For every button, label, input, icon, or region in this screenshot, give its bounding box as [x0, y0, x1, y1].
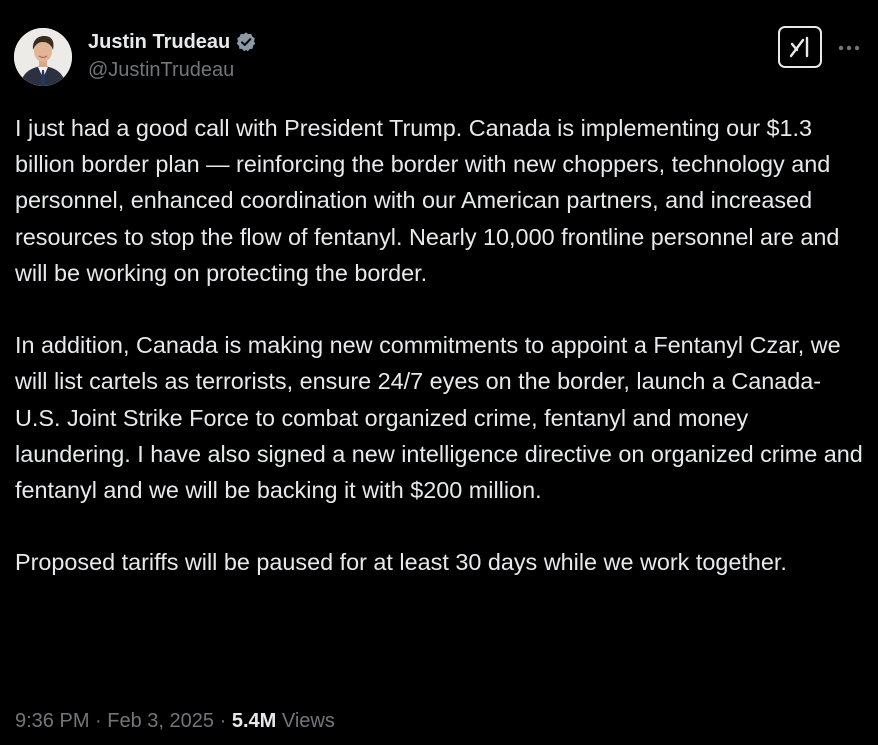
more-options-button[interactable] [836, 36, 862, 60]
tweet-paragraph: In addition, Canada is making new commit… [15, 332, 863, 504]
tweet-metadata: 9:36 PM · Feb 3, 2025 · 5.4M Views [15, 710, 335, 733]
author-display-name[interactable]: Justin Trudeau [88, 31, 230, 54]
tweet-paragraph: I just had a good call with President Tr… [15, 115, 840, 286]
more-options-icon [838, 45, 860, 51]
author-name-row: Justin Trudeau [88, 28, 257, 56]
tweet-date[interactable]: Feb 3, 2025 [107, 710, 214, 732]
tweet-card: Justin Trudeau @JustinTrudeau I just had… [0, 0, 878, 745]
meta-separator: · [95, 710, 102, 732]
avatar-image [14, 28, 72, 86]
tweet-text: I just had a good call with President Tr… [15, 110, 865, 581]
tweet-time[interactable]: 9:36 PM [15, 710, 89, 732]
tweet-paragraph: Proposed tariffs will be paused for at l… [15, 549, 787, 576]
grok-icon [789, 36, 809, 58]
avatar[interactable] [14, 28, 72, 86]
grok-button[interactable] [778, 26, 822, 68]
views-label: Views [281, 710, 335, 732]
meta-separator: · [219, 710, 227, 732]
author-handle[interactable]: @JustinTrudeau [88, 59, 234, 82]
verified-badge-icon[interactable] [235, 31, 257, 53]
views-count[interactable]: 5.4M [232, 710, 276, 732]
